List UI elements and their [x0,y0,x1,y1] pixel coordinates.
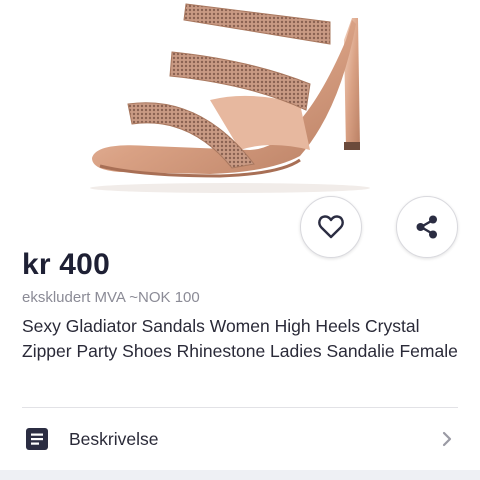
sandal-image [90,3,370,193]
description-row[interactable]: Beskrivelse [0,410,480,468]
document-icon [26,428,48,450]
product-image[interactable] [0,0,480,226]
price: kr 400 [22,248,110,281]
share-icon [416,215,437,239]
bottom-band [0,470,480,480]
favorite-button[interactable] [300,196,362,258]
listing-title: Sexy Gladiator Sandals Women High Heels … [22,316,458,361]
chevron-right-icon [442,431,452,447]
heart-icon [318,215,344,239]
divider [22,407,458,408]
description-label: Beskrivelse [69,429,159,449]
share-button[interactable] [396,196,458,258]
vat-note: ekskludert MVA ~NOK 100 [22,289,200,306]
